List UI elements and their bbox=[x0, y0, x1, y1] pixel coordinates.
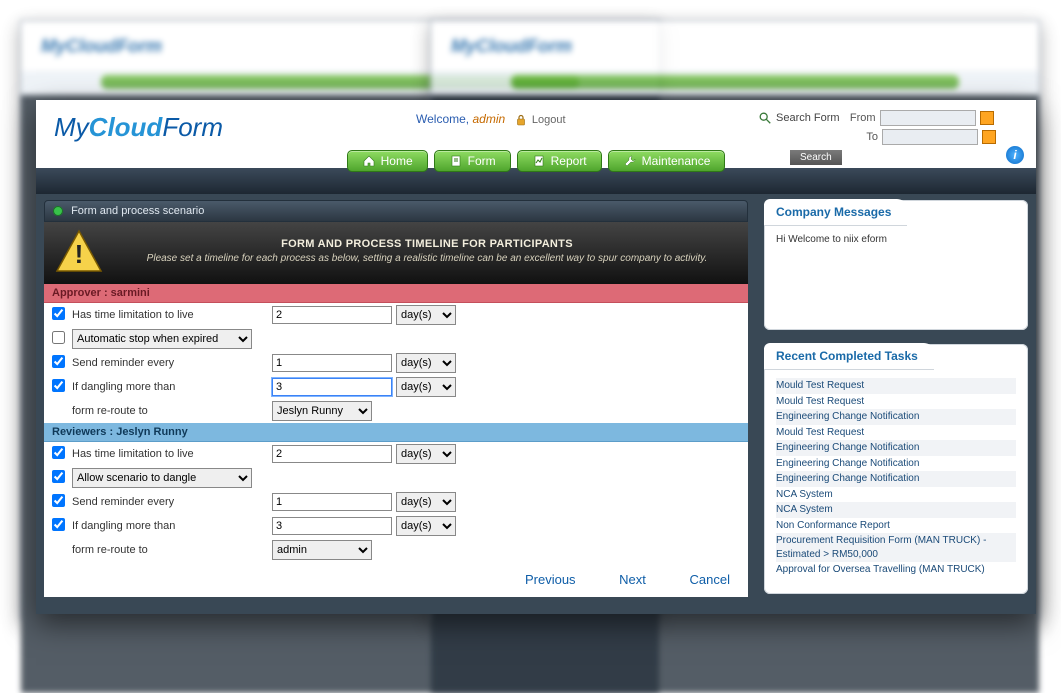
banner-title: FORM AND PROCESS TIMELINE FOR PARTICIPAN… bbox=[116, 238, 738, 250]
task-item[interactable]: Non Conformance Report bbox=[776, 518, 1016, 534]
reviewer-header: Reviewers : Jeslyn Runny bbox=[44, 423, 748, 442]
banner-subtitle: Please set a timeline for each process a… bbox=[116, 253, 738, 264]
reviewer-reminder-check[interactable] bbox=[52, 494, 65, 507]
approver-dangle-check[interactable] bbox=[52, 379, 65, 392]
info-icon[interactable]: i bbox=[1006, 146, 1024, 164]
company-messages-tab: Company Messages bbox=[764, 199, 907, 226]
reviewer-dangle-value[interactable] bbox=[272, 517, 392, 535]
task-item[interactable]: Engineering Change Notification bbox=[776, 440, 1016, 456]
welcome-text: Welcome, admin Logout bbox=[416, 112, 566, 126]
approver-dangle-value[interactable] bbox=[272, 378, 392, 396]
task-item[interactable]: Approval for Oversea Travelling (MAN TRU… bbox=[776, 562, 1016, 578]
previous-button[interactable]: Previous bbox=[525, 572, 576, 587]
task-item[interactable]: Mould Test Request bbox=[776, 425, 1016, 441]
logout-link[interactable]: Logout bbox=[532, 114, 566, 126]
banner: ! FORM AND PROCESS TIMELINE FOR PARTICIP… bbox=[44, 222, 748, 284]
task-item[interactable]: Mould Test Request bbox=[776, 394, 1016, 410]
svg-text:!: ! bbox=[75, 239, 84, 269]
reviewer-reminder-value[interactable] bbox=[272, 493, 392, 511]
company-message-body: Hi Welcome to niix eform bbox=[764, 226, 1028, 249]
search-to-input[interactable] bbox=[882, 129, 978, 145]
reviewer-reminder-unit[interactable]: day(s) bbox=[396, 492, 456, 512]
search-form-label: Search Form bbox=[776, 112, 840, 124]
approver-auto-stop-select[interactable]: Automatic stop when expired bbox=[72, 329, 252, 349]
reviewer-has-limit-value[interactable] bbox=[272, 445, 392, 463]
company-messages-panel: Company Messages Hi Welcome to niix efor… bbox=[764, 200, 1028, 330]
approver-auto-stop-check[interactable] bbox=[52, 331, 65, 344]
cancel-button[interactable]: Cancel bbox=[690, 572, 730, 587]
lock-icon bbox=[515, 114, 527, 126]
status-dot-icon bbox=[53, 206, 63, 216]
task-item[interactable]: Engineering Change Notification bbox=[776, 456, 1016, 472]
search-button[interactable]: Search bbox=[790, 150, 842, 165]
task-item[interactable]: Procurement Requisition Form (MAN TRUCK)… bbox=[776, 533, 1016, 562]
reviewer-allow-dangle-check[interactable] bbox=[52, 470, 65, 483]
search-area: Search Form From To Search bbox=[758, 110, 996, 165]
search-from-input[interactable] bbox=[880, 110, 976, 126]
next-button[interactable]: Next bbox=[619, 572, 646, 587]
approver-has-limit-check[interactable] bbox=[52, 307, 65, 320]
approver-has-limit-value[interactable] bbox=[272, 306, 392, 324]
task-item[interactable]: Engineering Change Notification bbox=[776, 409, 1016, 425]
reviewer-has-limit-check[interactable] bbox=[52, 446, 65, 459]
scenario-section-head: Form and process scenario bbox=[44, 200, 748, 222]
reviewer-dangle-check[interactable] bbox=[52, 518, 65, 531]
task-item[interactable]: Mould Test Request bbox=[776, 378, 1016, 394]
task-item[interactable]: Engineering Change Notification bbox=[776, 471, 1016, 487]
header: MyCloudForm Welcome, admin Logout Search… bbox=[36, 100, 1036, 168]
logo: MyCloudForm bbox=[54, 112, 223, 143]
warning-icon: ! bbox=[54, 228, 104, 274]
reviewer-dangle-unit[interactable]: day(s) bbox=[396, 516, 456, 536]
approver-reminder-check[interactable] bbox=[52, 355, 65, 368]
approver-reroute-select[interactable]: Jeslyn Runny bbox=[272, 401, 372, 421]
approver-header: Approver : sarmini bbox=[44, 284, 748, 303]
reviewer-allow-dangle-select[interactable]: Allow scenario to dangle bbox=[72, 468, 252, 488]
approver-has-limit-unit[interactable]: day(s) bbox=[396, 305, 456, 325]
reviewer-has-limit-unit[interactable]: day(s) bbox=[396, 444, 456, 464]
nav-bar: Home Form Report Maintenance bbox=[36, 168, 1036, 194]
approver-reminder-value[interactable] bbox=[272, 354, 392, 372]
search-icon bbox=[758, 111, 772, 125]
calendar-icon[interactable] bbox=[982, 130, 996, 144]
scenario-form: Approver : sarmini Has time limitation t… bbox=[44, 284, 748, 597]
task-item[interactable]: NCA System bbox=[776, 487, 1016, 503]
reviewer-reroute-select[interactable]: admin bbox=[272, 540, 372, 560]
recent-tasks-panel: Recent Completed Tasks Mould Test Reques… bbox=[764, 344, 1028, 594]
approver-reminder-unit[interactable]: day(s) bbox=[396, 353, 456, 373]
main-window: MyCloudForm Welcome, admin Logout Search… bbox=[36, 100, 1036, 614]
approver-dangle-unit[interactable]: day(s) bbox=[396, 377, 456, 397]
recent-tasks-tab: Recent Completed Tasks bbox=[764, 343, 934, 370]
calendar-icon[interactable] bbox=[980, 111, 994, 125]
task-item[interactable]: NCA System bbox=[776, 502, 1016, 518]
